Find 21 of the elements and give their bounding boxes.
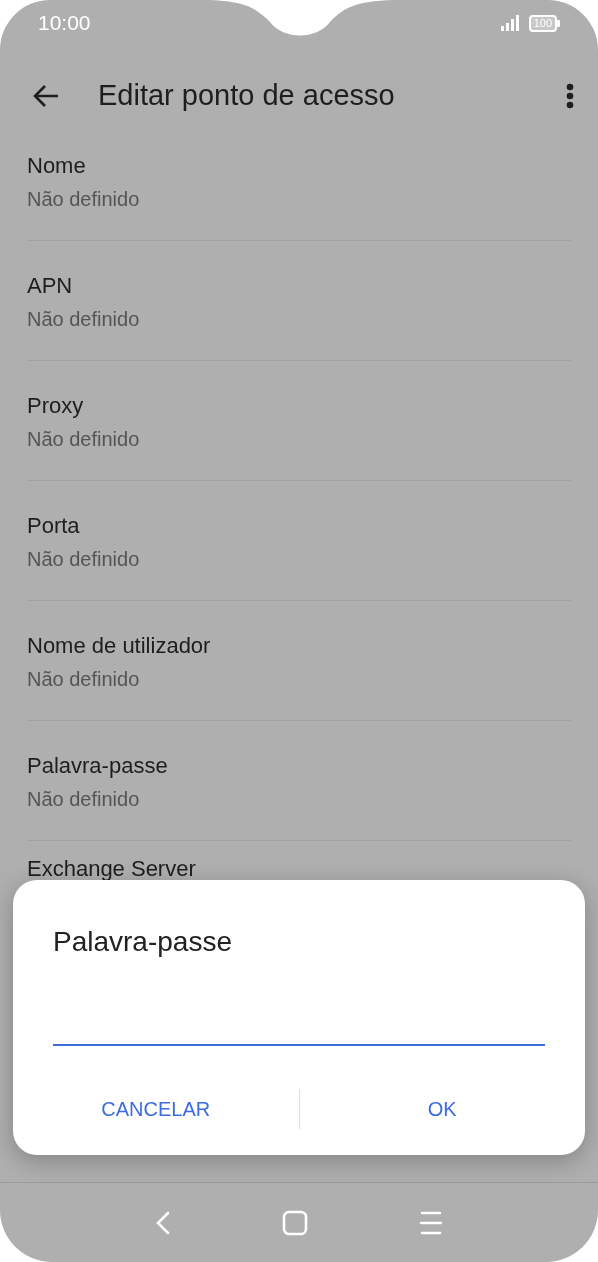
setting-title[interactable]: Porta	[27, 512, 571, 540]
setting-value: Não definido	[27, 787, 141, 812]
setting-title[interactable]: Nome de utilizador	[27, 632, 571, 660]
setting-value: Não definido	[27, 667, 141, 692]
setting-value: Não definido	[27, 547, 141, 572]
setting-title[interactable]: Palavra-passe	[27, 752, 571, 780]
signal-icon	[500, 15, 521, 31]
setting-title[interactable]: Proxy	[27, 392, 571, 420]
setting-value: Não definido	[27, 427, 141, 452]
screen-title: Editar ponto de acesso	[98, 79, 396, 112]
dialog-title: Palavra-passe	[53, 925, 233, 959]
setting-title[interactable]: APN	[27, 272, 571, 300]
ok-button[interactable]: OK	[299, 1079, 585, 1139]
back-arrow-icon[interactable]	[32, 83, 60, 108]
clock-time: 10:00	[38, 11, 91, 35]
cancel-button[interactable]: CANCELAR	[13, 1079, 299, 1139]
setting-title[interactable]: Nome	[27, 152, 571, 180]
setting-value: Não definido	[27, 307, 141, 332]
setting-value: Não definido	[27, 187, 141, 212]
more-options-icon[interactable]	[566, 82, 574, 109]
setting-title[interactable]: Exchange Server	[27, 855, 571, 883]
